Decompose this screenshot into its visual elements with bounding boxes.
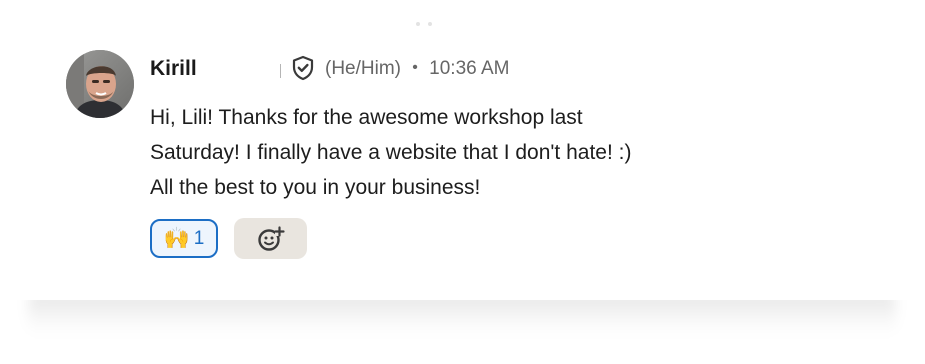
message-line: Saturday! I finally have a website that … (150, 141, 632, 164)
avatar-image (66, 50, 134, 118)
message-body: Hi, Lili! Thanks for the awesome worksho… (150, 100, 790, 205)
chat-message-view: Kirill (He/Him) • 10:36 AM Hi, Lili! Tha… (0, 0, 925, 364)
message-line: All the best to you in your business! (150, 176, 481, 199)
reaction-raising-hands-button[interactable]: 🙌 1 (150, 219, 218, 258)
meta-separator: • (412, 59, 418, 76)
add-emoji-icon (257, 225, 285, 251)
raising-hands-icon: 🙌 (163, 226, 190, 250)
add-reaction-button[interactable] (234, 218, 307, 259)
reaction-count: 1 (193, 227, 205, 249)
message-time: 10:36 AM (429, 58, 510, 79)
message-meta: (He/Him) • 10:36 AM (325, 56, 509, 83)
shield-check-icon (290, 55, 316, 81)
top-dots (414, 20, 438, 28)
pronouns: (He/Him) (325, 58, 401, 79)
name-divider (280, 64, 281, 78)
author-name[interactable]: Kirill (150, 55, 197, 83)
message-card: Kirill (He/Him) • 10:36 AM Hi, Lili! Tha… (0, 0, 925, 300)
avatar[interactable] (66, 50, 134, 118)
message-line: Hi, Lili! Thanks for the awesome worksho… (150, 106, 583, 129)
